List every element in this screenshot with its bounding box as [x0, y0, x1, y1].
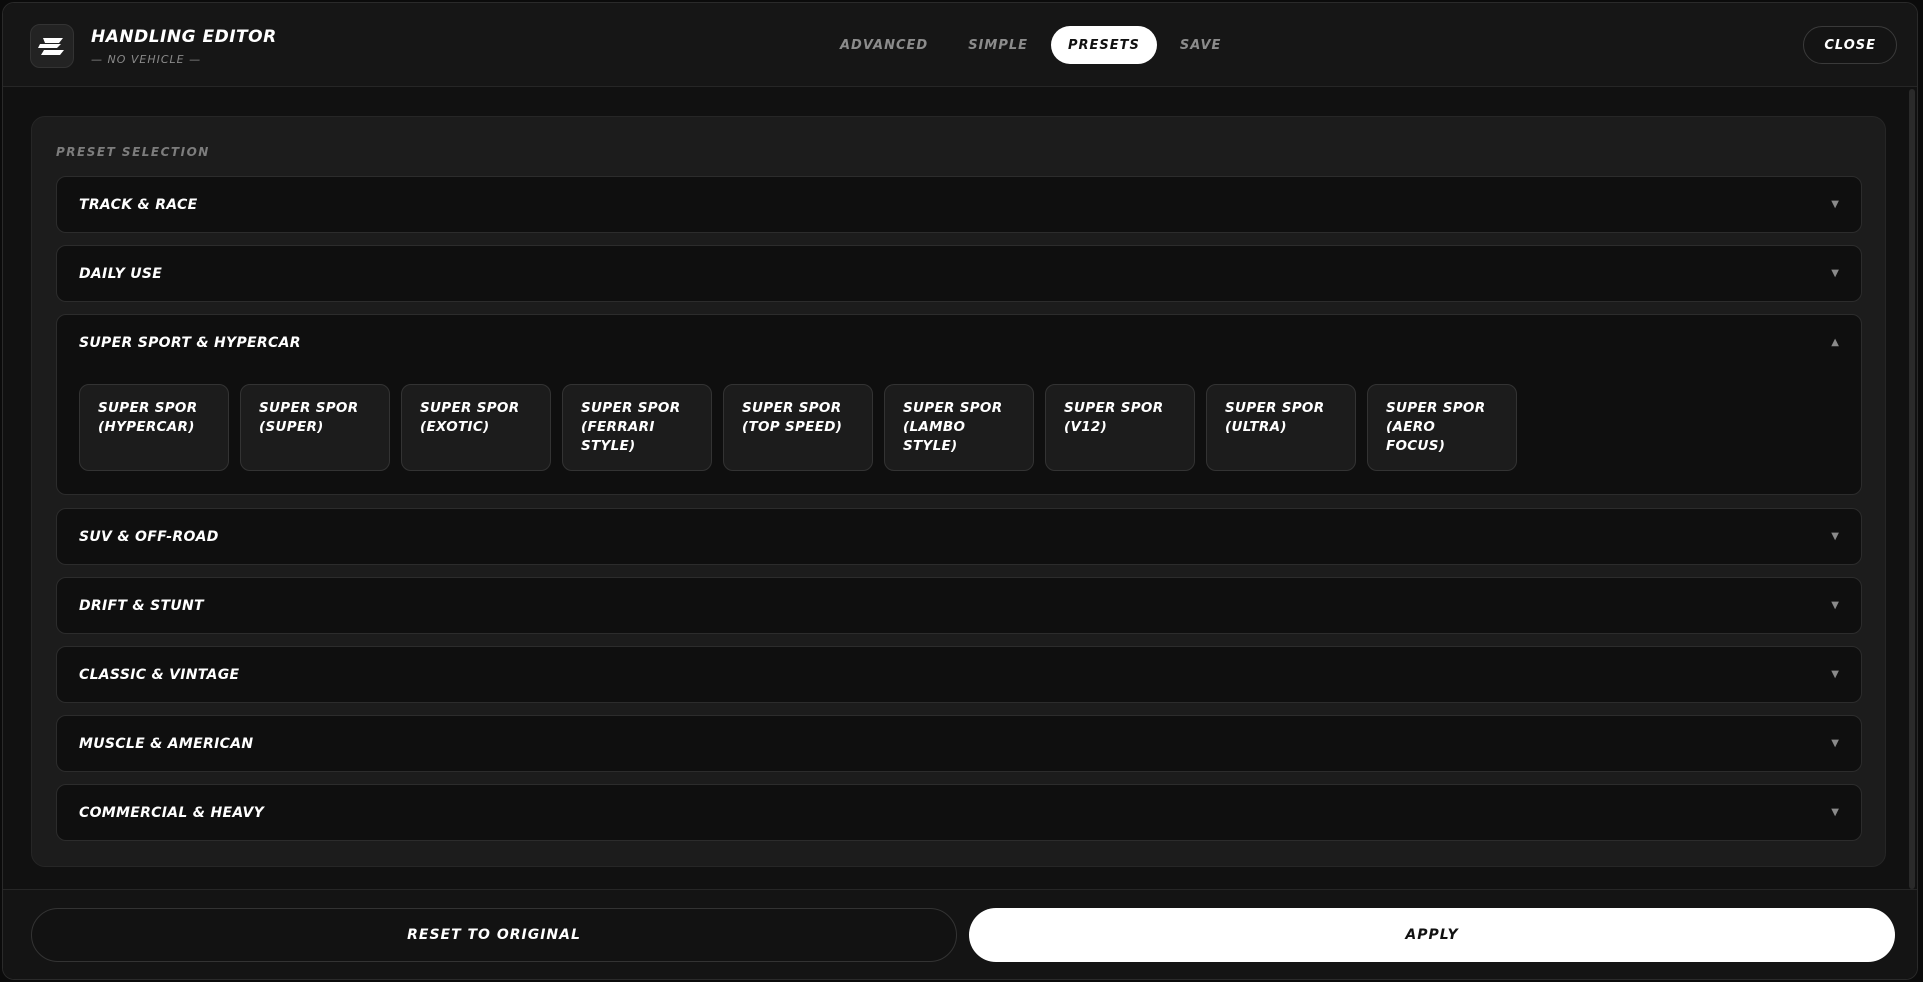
category-title: CLASSIC & VINTAGE — [79, 666, 240, 683]
category-header[interactable]: SUPER SPORT & HYPERCAR ▲ — [57, 315, 1861, 370]
category-commercial-heavy: COMMERCIAL & HEAVY ▼ — [56, 784, 1862, 841]
apply-button[interactable]: APPLY — [969, 908, 1895, 962]
category-title: TRACK & RACE — [79, 196, 198, 213]
category-header[interactable]: MUSCLE & AMERICAN ▼ — [57, 716, 1861, 771]
preset-line: SUPER SPOR — [903, 400, 1003, 416]
preset-aero-focus[interactable]: SUPER SPOR (AERO FOCUS) — [1367, 384, 1517, 471]
preset-line: SUPER SPOR — [259, 400, 359, 416]
chevron-down-icon: ▼ — [1831, 807, 1839, 818]
app-title: HANDLING EDITOR — [91, 27, 277, 47]
category-super-sport-hypercar: SUPER SPORT & HYPERCAR ▲ SUPER SPOR (HYP… — [56, 314, 1862, 495]
preset-exotic[interactable]: SUPER SPOR (EXOTIC) — [401, 384, 551, 471]
reset-to-original-button[interactable]: RESET TO ORIGINAL — [31, 908, 957, 962]
section-label: PRESET SELECTION — [56, 145, 210, 159]
category-classic-vintage: CLASSIC & VINTAGE ▼ — [56, 646, 1862, 703]
preset-line: STYLE) — [903, 438, 958, 454]
top-bar: HANDLING EDITOR — NO VEHICLE — ADVANCED … — [3, 3, 1917, 87]
category-daily-use: DAILY USE ▼ — [56, 245, 1862, 302]
category-header[interactable]: DRIFT & STUNT ▼ — [57, 578, 1861, 633]
tab-bar: ADVANCED SIMPLE PRESETS SAVE — [823, 26, 1238, 64]
category-title: DAILY USE — [79, 265, 163, 282]
category-title: COMMERCIAL & HEAVY — [79, 804, 265, 821]
tab-advanced[interactable]: ADVANCED — [823, 26, 945, 64]
chevron-down-icon: ▼ — [1831, 268, 1839, 279]
preset-line: SUPER SPOR — [420, 400, 520, 416]
category-title: MUSCLE & AMERICAN — [79, 735, 254, 752]
category-title: SUPER SPORT & HYPERCAR — [79, 334, 301, 351]
category-header[interactable]: TRACK & RACE ▼ — [57, 177, 1861, 232]
logo-icon — [30, 24, 74, 68]
preset-line: (AERO FOCUS) — [1386, 419, 1446, 454]
preset-ultra[interactable]: SUPER SPOR (ULTRA) — [1206, 384, 1356, 471]
preset-line: SUPER SPOR — [742, 400, 842, 416]
vehicle-status: — NO VEHICLE — — [91, 53, 202, 66]
close-button[interactable]: CLOSE — [1803, 26, 1897, 64]
preset-ferrari-style[interactable]: SUPER SPOR (FERRARI STYLE) — [562, 384, 712, 471]
preset-line: SUPER SPOR — [1386, 400, 1486, 416]
category-header[interactable]: DAILY USE ▼ — [57, 246, 1861, 301]
category-drift-stunt: DRIFT & STUNT ▼ — [56, 577, 1862, 634]
preset-line: (LAMBO — [903, 419, 966, 435]
preset-line: (FERRARI — [581, 419, 655, 435]
preset-line: (TOP SPEED) — [742, 419, 843, 435]
tab-presets[interactable]: PRESETS — [1051, 26, 1157, 64]
preset-line: (EXOTIC) — [420, 419, 490, 435]
preset-list: SUPER SPOR (HYPERCAR) SUPER SPOR (SUPER)… — [57, 370, 1861, 471]
preset-line: (SUPER) — [259, 419, 324, 435]
preset-top-speed[interactable]: SUPER SPOR (TOP SPEED) — [723, 384, 873, 471]
chevron-down-icon: ▼ — [1831, 738, 1839, 749]
chevron-up-icon: ▲ — [1831, 337, 1839, 348]
category-header[interactable]: CLASSIC & VINTAGE ▼ — [57, 647, 1861, 702]
footer-bar: RESET TO ORIGINAL APPLY — [3, 889, 1917, 979]
chevron-down-icon: ▼ — [1831, 531, 1839, 542]
preset-line: STYLE) — [581, 438, 636, 454]
category-suv-off-road: SUV & OFF-ROAD ▼ — [56, 508, 1862, 565]
preset-line: SUPER SPOR — [1225, 400, 1325, 416]
category-title: SUV & OFF-ROAD — [79, 528, 219, 545]
tab-save[interactable]: SAVE — [1163, 26, 1238, 64]
preset-lambo-style[interactable]: SUPER SPOR (LAMBO STYLE) — [884, 384, 1034, 471]
handling-editor-window: HANDLING EDITOR — NO VEHICLE — ADVANCED … — [2, 2, 1918, 980]
preset-hypercar[interactable]: SUPER SPOR (HYPERCAR) — [79, 384, 229, 471]
tab-simple[interactable]: SIMPLE — [951, 26, 1045, 64]
preset-line: SUPER SPOR — [98, 400, 198, 416]
preset-panel: PRESET SELECTION TRACK & RACE ▼ DAILY US… — [31, 116, 1886, 867]
category-header[interactable]: SUV & OFF-ROAD ▼ — [57, 509, 1861, 564]
preset-line: (HYPERCAR) — [98, 419, 195, 435]
preset-line: (ULTRA) — [1225, 419, 1287, 435]
preset-v12[interactable]: SUPER SPOR (V12) — [1045, 384, 1195, 471]
preset-super[interactable]: SUPER SPOR (SUPER) — [240, 384, 390, 471]
category-title: DRIFT & STUNT — [79, 597, 204, 614]
scrollbar[interactable] — [1909, 89, 1915, 889]
chevron-down-icon: ▼ — [1831, 600, 1839, 611]
category-muscle-american: MUSCLE & AMERICAN ▼ — [56, 715, 1862, 772]
preset-line: SUPER SPOR — [581, 400, 681, 416]
preset-line: (V12) — [1064, 419, 1108, 435]
category-header[interactable]: COMMERCIAL & HEAVY ▼ — [57, 785, 1861, 840]
category-track-race: TRACK & RACE ▼ — [56, 176, 1862, 233]
chevron-down-icon: ▼ — [1831, 199, 1839, 210]
chevron-down-icon: ▼ — [1831, 669, 1839, 680]
preset-line: SUPER SPOR — [1064, 400, 1164, 416]
